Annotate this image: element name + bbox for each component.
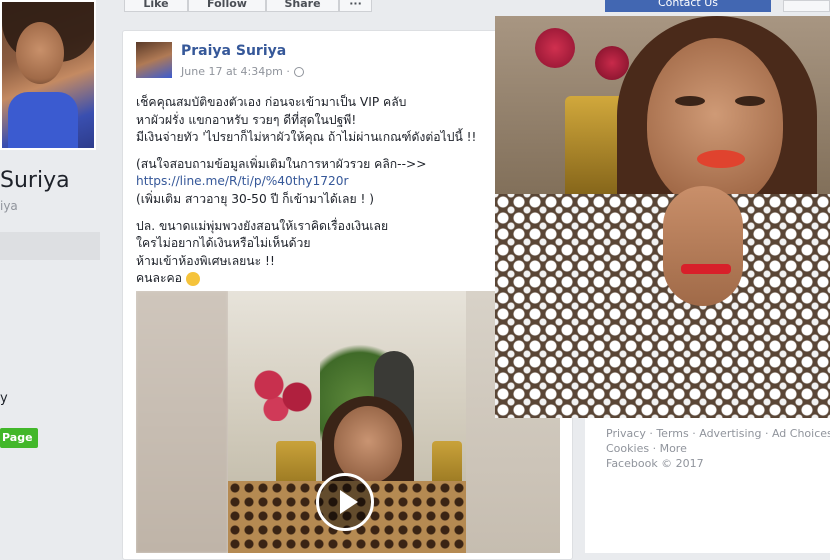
photo-face — [16, 22, 64, 84]
photo-rose — [595, 46, 629, 80]
post-line-last: คนละคอ — [136, 270, 496, 288]
follow-label: Follow — [207, 0, 247, 10]
video-roses — [248, 361, 318, 421]
laughing-emoji-icon — [185, 271, 200, 286]
post-line: (เพิ่มเติม สาวอายุ 30-50 ปี ก็เข้ามาได้เ… — [136, 191, 374, 206]
like-button[interactable]: Like — [124, 0, 188, 12]
footer-privacy-link[interactable]: Privacy — [606, 427, 646, 440]
share-label: Share — [284, 0, 321, 10]
footer-copyright: Facebook © 2017 — [606, 457, 704, 470]
footer-sep: · — [761, 427, 772, 440]
photo-watch — [681, 264, 731, 274]
footer-cookies-link[interactable]: Cookies — [606, 442, 649, 455]
profile-name[interactable]: Suriya — [0, 168, 70, 193]
footer-sep: · — [688, 427, 700, 440]
post-line: เช็คคุณสมบัติของตัวเอง ก่อนจะเข้ามาเป็น … — [136, 95, 407, 109]
post-author[interactable]: Praiya Suriya — [181, 43, 286, 59]
share-button[interactable]: Share — [266, 0, 339, 12]
post-line: ปล. ขนาดแม่พุ่มพวงยังสอนให้เราคิดเรื่องเ… — [136, 218, 389, 233]
post-avatar[interactable] — [136, 42, 172, 78]
message-button[interactable] — [783, 0, 830, 12]
photo-arm — [663, 186, 743, 306]
post-line: ใครไม่อยากได้เงินหรือไม่เห็นด้วย — [136, 236, 311, 251]
photo-dress — [8, 92, 78, 148]
play-icon[interactable] — [316, 473, 374, 531]
footer-more-link[interactable]: More — [660, 442, 687, 455]
more-label: ··· — [349, 0, 362, 10]
footer-terms-link[interactable]: Terms — [656, 427, 688, 440]
footer-sep: · — [649, 442, 660, 455]
post-line: หาผัวฝรั่ง แขกอาหรับ รวยๆ ดีที่สุดในปฐพี… — [136, 112, 357, 127]
more-button[interactable]: ··· — [339, 0, 372, 12]
post-line: (สนใจสอบถามข้อมูลเพิ่มเติมในการหาผัวรวย … — [136, 156, 427, 171]
photo-eye — [735, 96, 765, 106]
post-timestamp[interactable]: June 17 at 4:34pm · — [181, 65, 304, 78]
like-page-button[interactable]: Page — [0, 428, 38, 448]
profile-handle: iya — [0, 199, 18, 213]
overlay-photo — [495, 16, 830, 418]
truncated-text: y — [0, 391, 8, 406]
photo-rose — [535, 28, 575, 68]
photo-eye — [675, 96, 705, 106]
post-line-text: คนละคอ — [136, 271, 182, 286]
profile-photo[interactable] — [0, 0, 96, 150]
line-link[interactable]: https://line.me/R/ti/p/%40thy1720r — [136, 173, 496, 191]
contact-us-button[interactable]: Contact Us — [605, 0, 771, 12]
post-line: ห้ามเข้าห้องพิเศษเลยนะ !! — [136, 253, 275, 268]
post-time-text: June 17 at 4:34pm · — [181, 65, 290, 78]
profile-nav-bar[interactable] — [0, 232, 100, 260]
post-body: เช็คคุณสมบัติของตัวเอง ก่อนจะเข้ามาเป็น … — [136, 94, 496, 288]
photo-face — [647, 38, 783, 208]
photo-lips — [697, 150, 745, 168]
footer-sep: · — [645, 427, 657, 440]
like-label: Like — [143, 0, 169, 10]
footer-advertising-link[interactable]: Advertising — [699, 427, 761, 440]
post-line: มีเงินจ่ายทัว 'ไปรยาก็ไม่หาผัวให้คุณ ถ้า… — [136, 130, 477, 145]
video-blur-left — [136, 291, 228, 553]
sidebar-footer: Privacy · Terms · Advertising · Ad Choic… — [606, 426, 830, 471]
footer-ad-choices-link[interactable]: Ad Choices — [772, 427, 830, 440]
follow-button[interactable]: Follow — [188, 0, 266, 12]
globe-icon — [293, 67, 304, 77]
